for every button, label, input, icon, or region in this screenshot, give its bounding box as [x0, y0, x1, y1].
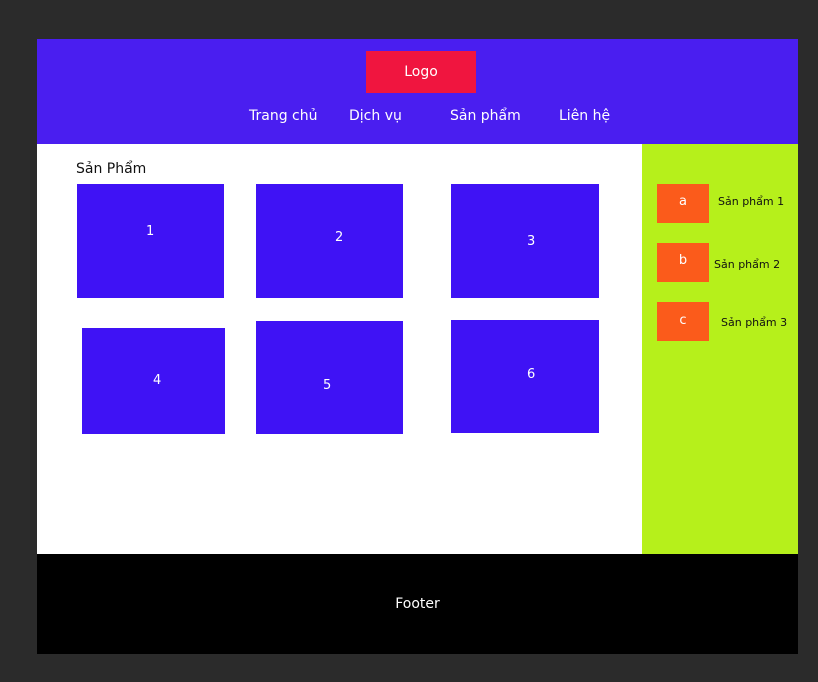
page-frame: Logo Trang chủ Dịch vụ Sản phẩm Liên hệ …	[37, 39, 798, 654]
product-card-label: 1	[146, 224, 155, 239]
sidebar-thumbnail-letter: b	[678, 253, 688, 268]
sidebar-item-1[interactable]: a Sản phẩm 1	[657, 184, 798, 224]
sidebar-item-2[interactable]: b Sản phẩm 2	[657, 243, 798, 283]
sidebar-item-3[interactable]: c Sản phẩm 3	[657, 302, 798, 342]
product-card-label: 5	[323, 378, 332, 393]
sidebar-thumbnail-letter: a	[679, 194, 687, 209]
product-card-label: 6	[527, 367, 536, 382]
nav-item-products[interactable]: Sản phẩm	[450, 105, 521, 127]
site-header: Logo Trang chủ Dịch vụ Sản phẩm Liên hệ	[37, 39, 798, 144]
sidebar-item-label: Sản phẩm 2	[714, 258, 781, 271]
product-card-3[interactable]: 3	[451, 184, 599, 298]
logo[interactable]: Logo	[366, 51, 476, 93]
site-footer: Footer	[37, 554, 798, 654]
product-card-6[interactable]: 6	[451, 320, 599, 433]
section-title: Sản Phẩm	[76, 161, 147, 177]
product-card-label: 3	[527, 234, 536, 249]
nav-item-contact[interactable]: Liên hệ	[559, 105, 610, 127]
sidebar-thumbnail-letter: c	[679, 313, 687, 328]
product-card-label: 2	[335, 230, 344, 245]
sidebar-thumbnail: a	[657, 184, 709, 223]
main-content: Sản Phẩm 1 2 3 4 5 6	[37, 144, 642, 554]
nav-item-services[interactable]: Dịch vụ	[349, 105, 402, 127]
sidebar-item-label: Sản phẩm 3	[721, 316, 788, 329]
product-card-5[interactable]: 5	[256, 321, 403, 434]
product-card-2[interactable]: 2	[256, 184, 403, 298]
sidebar-thumbnail: c	[657, 302, 709, 341]
sidebar-thumbnail: b	[657, 243, 709, 282]
nav-item-home[interactable]: Trang chủ	[249, 105, 317, 127]
product-card-4[interactable]: 4	[82, 328, 225, 434]
sidebar: a Sản phẩm 1 b Sản phẩm 2 c Sản phẩm 3	[642, 144, 798, 554]
sidebar-item-label: Sản phẩm 1	[718, 195, 785, 208]
product-card-1[interactable]: 1	[77, 184, 224, 298]
product-card-label: 4	[153, 373, 162, 388]
